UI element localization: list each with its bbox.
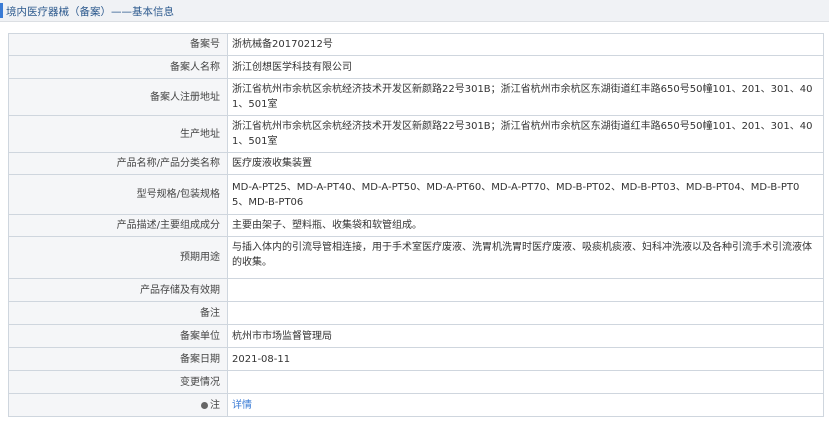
row-label-registrant-address: 备案人注册地址 xyxy=(8,78,228,116)
row-label-record-number: 备案号 xyxy=(8,33,228,56)
table-row: 型号规格/包装规格 MD-A-PT25、MD-A-PT40、MD-A-PT50、… xyxy=(8,174,824,215)
row-label-storage-validity: 产品存储及有效期 xyxy=(8,278,228,302)
row-label-product-name: 产品名称/产品分类名称 xyxy=(8,152,228,175)
row-value-registrant-address: 浙江省杭州市余杭区余杭经济技术开发区新颜路22号301B；浙江省杭州市余杭区东湖… xyxy=(227,78,824,116)
row-value-change-status xyxy=(227,370,824,394)
row-label-intended-use: 预期用途 xyxy=(8,236,228,279)
row-label-note: 注 xyxy=(8,393,228,417)
table-row: 备案人名称 浙江创想医学科技有限公司 xyxy=(8,55,824,79)
row-value-production-address: 浙江省杭州市余杭区余杭经济技术开发区新颜路22号301B；浙江省杭州市余杭区东湖… xyxy=(227,115,824,153)
row-value-note: 详情 xyxy=(227,393,824,417)
row-label-model-spec: 型号规格/包装规格 xyxy=(8,174,228,215)
row-value-storage-validity xyxy=(227,278,824,302)
row-label-registrant-name: 备案人名称 xyxy=(8,55,228,79)
row-value-record-date: 2021-08-11 xyxy=(227,347,824,371)
table-row: 备案号 浙杭械备20170212号 xyxy=(8,33,824,56)
page-title: 境内医疗器械（备案）——基本信息 xyxy=(6,6,174,18)
row-label-change-status: 变更情况 xyxy=(8,370,228,394)
row-label-record-date: 备案日期 xyxy=(8,347,228,371)
table-row: 备案日期 2021-08-11 xyxy=(8,347,824,371)
table-row: 变更情况 xyxy=(8,370,824,394)
info-table: 备案号 浙杭械备20170212号 备案人名称 浙江创想医学科技有限公司 备案人… xyxy=(8,33,824,417)
pin-icon xyxy=(201,401,208,409)
row-value-product-name: 医疗废液收集装置 xyxy=(227,152,824,175)
row-label-product-description: 产品描述/主要组成成分 xyxy=(8,214,228,237)
details-link[interactable]: 详情 xyxy=(232,400,252,411)
row-value-registrant-name: 浙江创想医学科技有限公司 xyxy=(227,55,824,79)
table-row: 预期用途 与插入体内的引流导管相连接，用于手术室医疗废液、洗胃机洗胃时医疗废液、… xyxy=(8,236,824,279)
row-value-remarks xyxy=(227,301,824,325)
table-row: 生产地址 浙江省杭州市余杭区余杭经济技术开发区新颜路22号301B；浙江省杭州市… xyxy=(8,115,824,153)
page-header: 境内医疗器械（备案）——基本信息 xyxy=(0,0,829,22)
table-row: 备案人注册地址 浙江省杭州市余杭区余杭经济技术开发区新颜路22号301B；浙江省… xyxy=(8,78,824,116)
row-value-model-spec: MD-A-PT25、MD-A-PT40、MD-A-PT50、MD-A-PT60、… xyxy=(227,174,824,215)
row-label-remarks: 备注 xyxy=(8,301,228,325)
table-row: 备案单位 杭州市市场监督管理局 xyxy=(8,324,824,348)
table-row: 产品名称/产品分类名称 医疗废液收集装置 xyxy=(8,152,824,175)
row-value-product-description: 主要由架子、塑料瓶、收集袋和软管组成。 xyxy=(227,214,824,237)
row-value-intended-use: 与插入体内的引流导管相连接，用于手术室医疗废液、洗胃机洗胃时医疗废液、吸痰机痰液… xyxy=(227,236,824,279)
row-value-record-authority: 杭州市市场监督管理局 xyxy=(227,324,824,348)
header-accent-bar xyxy=(0,3,3,18)
row-label-record-authority: 备案单位 xyxy=(8,324,228,348)
table-row: 产品描述/主要组成成分 主要由架子、塑料瓶、收集袋和软管组成。 xyxy=(8,214,824,237)
table-row: 备注 xyxy=(8,301,824,325)
table-row: 产品存储及有效期 xyxy=(8,278,824,302)
row-value-record-number: 浙杭械备20170212号 xyxy=(227,33,824,56)
note-label-text: 注 xyxy=(210,399,220,411)
row-label-production-address: 生产地址 xyxy=(8,115,228,153)
table-row: 注 详情 xyxy=(8,393,824,417)
